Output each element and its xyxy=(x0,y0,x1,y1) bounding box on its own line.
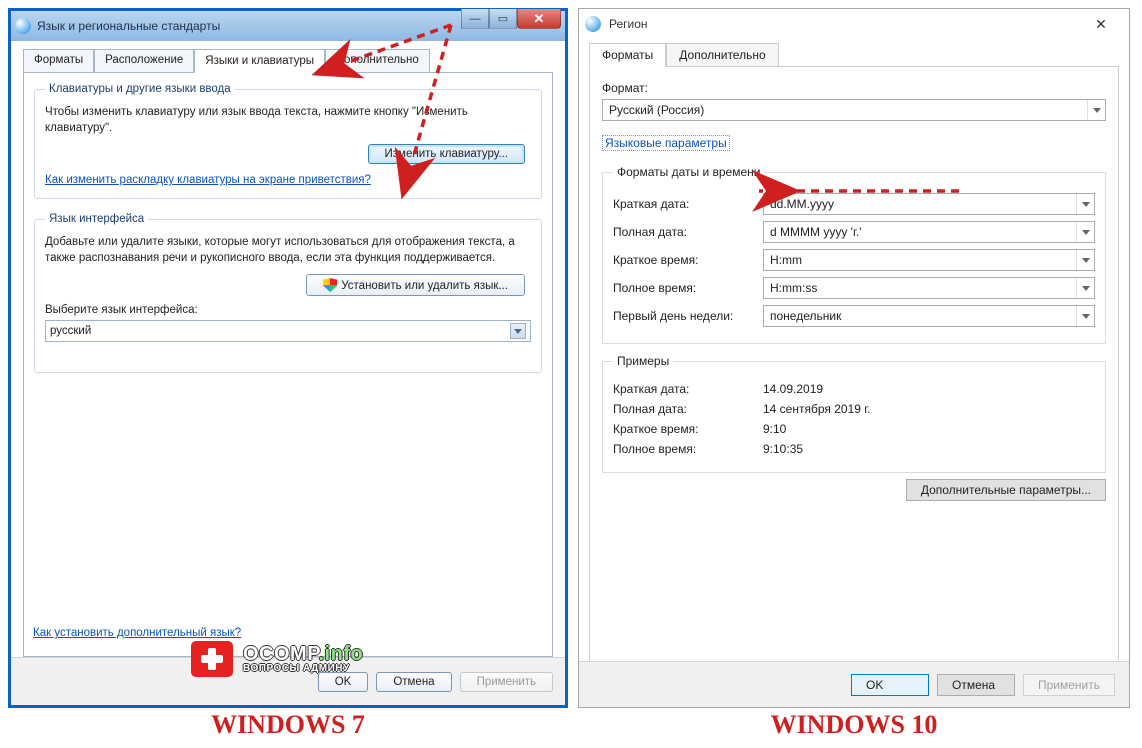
win10-tab-panel: Формат: Русский (Россия) Языковые параме… xyxy=(589,66,1119,666)
chevron-down-icon xyxy=(1082,314,1090,319)
group-examples-legend: Примеры xyxy=(613,354,673,368)
cancel-button[interactable]: Отмена xyxy=(376,672,451,692)
long-date-label: Полная дата: xyxy=(613,225,763,239)
format-select[interactable]: Русский (Россия) xyxy=(602,99,1106,121)
tab-keyboards[interactable]: Языки и клавиатуры xyxy=(194,49,325,73)
tab-location[interactable]: Расположение xyxy=(94,49,194,73)
win7-titlebar[interactable]: Язык и региональные стандарты — ▭ ✕ xyxy=(11,11,565,41)
display-language-select[interactable]: русский xyxy=(45,320,531,342)
chevron-down-icon xyxy=(514,329,522,334)
long-time-label: Полное время: xyxy=(613,281,763,295)
chevron-down-icon xyxy=(1082,202,1090,207)
language-settings-link[interactable]: Языковые параметры xyxy=(602,135,730,151)
apply-button[interactable]: Применить xyxy=(460,672,553,692)
tab-formats[interactable]: Форматы xyxy=(23,49,94,73)
long-time-select[interactable]: H:mm:ss xyxy=(763,277,1095,299)
chevron-down-icon xyxy=(1082,230,1090,235)
win10-dialog: Регион ✕ Форматы Дополнительно Формат: Р… xyxy=(578,8,1130,708)
win10-button-row: OK Отмена Применить xyxy=(579,661,1129,707)
chevron-down-icon xyxy=(1093,108,1101,113)
ex-short-time-value: 9:10 xyxy=(763,422,786,436)
tab-formats[interactable]: Форматы xyxy=(589,43,666,67)
ex-long-time-value: 9:10:35 xyxy=(763,442,803,456)
close-icon: ✕ xyxy=(1095,16,1107,33)
short-time-select[interactable]: H:mm xyxy=(763,249,1095,271)
ex-long-date-label: Полная дата: xyxy=(613,402,763,416)
display-language-label: Выберите язык интерфейса: xyxy=(45,304,531,316)
ex-long-date-value: 14 сентября 2019 г. xyxy=(763,402,871,416)
watermark-ocomp: OCOMP.info ВОПРОСЫ АДМИНУ xyxy=(191,641,363,677)
tab-advanced[interactable]: Дополнительно xyxy=(325,49,430,73)
group-keyboards-legend: Клавиатуры и другие языки ввода xyxy=(45,83,235,95)
chevron-down-icon xyxy=(1082,286,1090,291)
install-remove-language-button[interactable]: Установить или удалить язык... xyxy=(306,274,525,296)
format-label: Формат: xyxy=(602,81,1106,95)
uac-shield-icon xyxy=(323,278,337,292)
first-day-select[interactable]: понедельник xyxy=(763,305,1095,327)
tab-advanced[interactable]: Дополнительно xyxy=(666,43,778,67)
plus-icon xyxy=(191,641,233,677)
format-value: Русский (Россия) xyxy=(609,103,704,117)
globe-icon xyxy=(15,18,31,34)
win7-dialog: Язык и региональные стандарты — ▭ ✕ Форм… xyxy=(8,8,568,708)
group-ui-legend: Язык интерфейса xyxy=(45,213,148,225)
maximize-button[interactable]: ▭ xyxy=(489,9,517,29)
win7-tab-panel: Клавиатуры и другие языки ввода Чтобы из… xyxy=(23,72,553,657)
win10-tabstrip: Форматы Дополнительно xyxy=(589,43,1119,67)
long-date-select[interactable]: d MMMM yyyy 'г.' xyxy=(763,221,1095,243)
group-ui-language: Язык интерфейса Добавьте или удалите язы… xyxy=(34,213,542,373)
dropdown-button[interactable] xyxy=(1087,100,1105,120)
close-button[interactable]: ✕ xyxy=(1079,10,1123,38)
dropdown-button[interactable] xyxy=(510,323,526,339)
ex-long-time-label: Полное время: xyxy=(613,442,763,456)
ok-button[interactable]: OK xyxy=(851,674,929,696)
ex-short-date-value: 14.09.2019 xyxy=(763,382,823,396)
win10-titlebar[interactable]: Регион ✕ xyxy=(579,9,1129,39)
short-date-label: Краткая дата: xyxy=(613,197,763,211)
display-language-value: русский xyxy=(50,325,91,337)
install-language-help-link[interactable]: Как установить дополнительный язык? xyxy=(33,627,241,639)
win7-tabstrip: Форматы Расположение Языки и клавиатуры … xyxy=(23,49,553,73)
ex-short-date-label: Краткая дата: xyxy=(613,382,763,396)
win10-title: Регион xyxy=(609,17,1071,31)
globe-icon xyxy=(585,16,601,32)
welcome-layout-link[interactable]: Как изменить раскладку клавиатуры на экр… xyxy=(45,174,371,186)
additional-settings-button[interactable]: Дополнительные параметры... xyxy=(906,479,1106,501)
close-button[interactable]: ✕ xyxy=(517,9,561,29)
minimize-button[interactable]: — xyxy=(461,9,489,29)
apply-button[interactable]: Применить xyxy=(1023,674,1115,696)
close-icon: ✕ xyxy=(534,11,545,27)
group-keyboards-text: Чтобы изменить клавиатуру или язык ввода… xyxy=(45,105,531,136)
group-examples: Примеры Краткая дата:14.09.2019 Полная д… xyxy=(602,354,1106,473)
short-time-label: Краткое время: xyxy=(613,253,763,267)
group-datetime-formats: Форматы даты и времени Краткая дата: dd.… xyxy=(602,165,1106,344)
first-day-label: Первый день недели: xyxy=(613,309,763,323)
change-keyboard-button[interactable]: Изменить клавиатуру... xyxy=(368,144,525,164)
short-date-select[interactable]: dd.MM.yyyy xyxy=(763,193,1095,215)
group-ui-text: Добавьте или удалите языки, которые могу… xyxy=(45,235,531,266)
ex-short-time-label: Краткое время: xyxy=(613,422,763,436)
group-keyboards: Клавиатуры и другие языки ввода Чтобы из… xyxy=(34,83,542,199)
cancel-button[interactable]: Отмена xyxy=(937,674,1015,696)
chevron-down-icon xyxy=(1082,258,1090,263)
group-datetime-legend: Форматы даты и времени xyxy=(613,165,764,179)
